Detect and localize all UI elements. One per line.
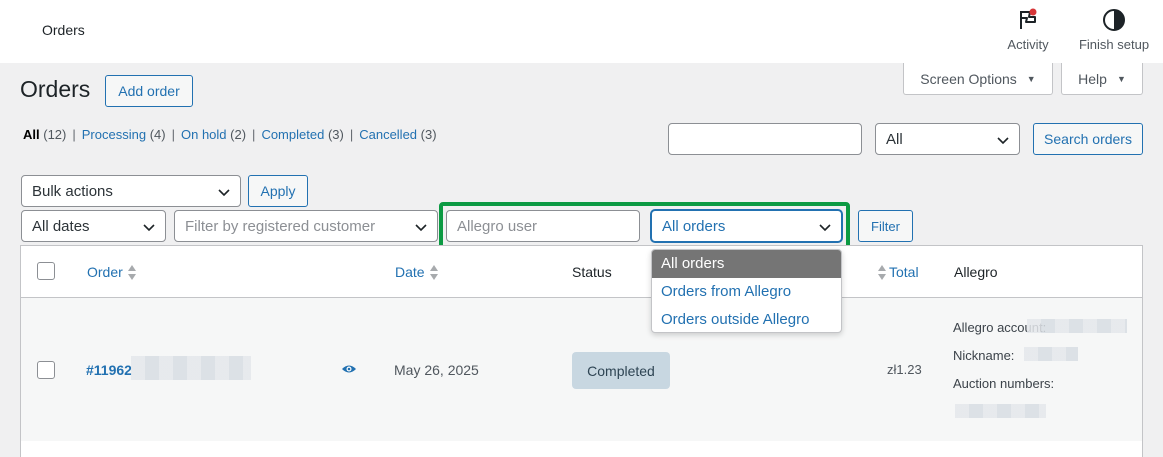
add-order-button[interactable]: Add order [105,75,193,107]
status-filters: All (12) | Processing (4) | On hold (2) | Comp… [23,127,437,142]
top-bar-title: Orders [42,22,85,38]
filter-on-hold[interactable]: On hold (2) [181,127,246,142]
select-all-checkbox[interactable] [37,262,55,280]
allegro-orders-dropdown: All orders Orders from Allegro Orders ou… [651,249,842,333]
column-total[interactable]: Total [878,264,919,281]
bulk-actions-value: Bulk actions [32,182,113,200]
chevron-down-icon [142,220,156,238]
activity-button[interactable]: Activity [1002,8,1054,52]
redacted-customer [131,356,251,380]
top-bar: Orders Activity Finish setup [0,0,1163,63]
search-type-value: All [886,130,903,148]
order-total: zł1.23 [887,362,922,377]
half-circle-icon [1074,8,1154,32]
customer-filter-placeholder: Filter by registered customer [185,217,376,235]
flag-icon [1002,8,1054,32]
table-row[interactable]: #11962 May 26, 2025 Completed zł1.23 All… [21,298,1142,441]
sort-icon [429,265,438,281]
status-badge: Completed [572,352,670,389]
customer-filter-select[interactable]: Filter by registered customer [174,210,438,242]
dropdown-option-orders-from-allegro[interactable]: Orders from Allegro [652,278,841,306]
redacted-account [1027,319,1127,333]
chevron-down-icon [414,220,428,238]
filter-processing[interactable]: Processing (4) [82,127,166,142]
search-type-select[interactable]: All [875,123,1020,155]
dropdown-option-all-orders[interactable]: All orders [652,250,841,278]
column-status: Status [572,264,612,280]
finish-setup-button[interactable]: Finish setup [1074,8,1154,52]
help-button[interactable]: Help ▼ [1061,63,1143,95]
table-header: Order Date Status Total Allegro [21,246,1142,298]
dates-value: All dates [32,217,90,235]
order-date: May 26, 2025 [394,362,479,378]
row-checkbox[interactable] [37,361,55,379]
activity-label: Activity [1007,37,1049,52]
apply-button[interactable]: Apply [248,175,308,207]
highlight-frame [439,202,850,250]
dropdown-option-orders-outside-allegro[interactable]: Orders outside Allegro [652,306,841,332]
sort-icon [127,265,136,281]
column-date[interactable]: Date [395,264,438,281]
auction-numbers-label: Auction numbers: [953,376,1055,391]
caret-down-icon: ▼ [1116,73,1126,84]
caret-down-icon: ▼ [1026,73,1036,84]
page-title: Orders [20,76,91,102]
order-number-link[interactable]: #11962 [86,362,132,378]
redacted-auction-numbers [955,404,1046,418]
screen-options-button[interactable]: Screen Options ▼ [903,63,1053,95]
sort-icon [878,265,886,281]
redacted-nickname [1024,347,1078,361]
filter-cancelled[interactable]: Cancelled (3) [359,127,436,142]
column-allegro: Allegro [954,264,998,280]
search-input[interactable] [668,123,862,155]
filter-all[interactable]: All (12) [23,127,66,142]
orders-table: Order Date Status Total Allegro #11962 M… [20,245,1143,457]
dates-select[interactable]: All dates [21,210,166,242]
screen-options-label: Screen Options [920,70,1017,87]
column-order[interactable]: Order [87,264,136,281]
filter-button[interactable]: Filter [858,210,913,242]
search-orders-button[interactable]: Search orders [1033,123,1143,155]
finish-setup-label: Finish setup [1078,37,1150,52]
help-label: Help [1078,70,1107,87]
chevron-down-icon [217,185,231,203]
nickname-label: Nickname: [953,348,1015,363]
filter-completed[interactable]: Completed (3) [261,127,343,142]
eye-icon[interactable] [341,361,357,380]
chevron-down-icon [996,133,1010,151]
bulk-actions-select[interactable]: Bulk actions [21,175,241,207]
